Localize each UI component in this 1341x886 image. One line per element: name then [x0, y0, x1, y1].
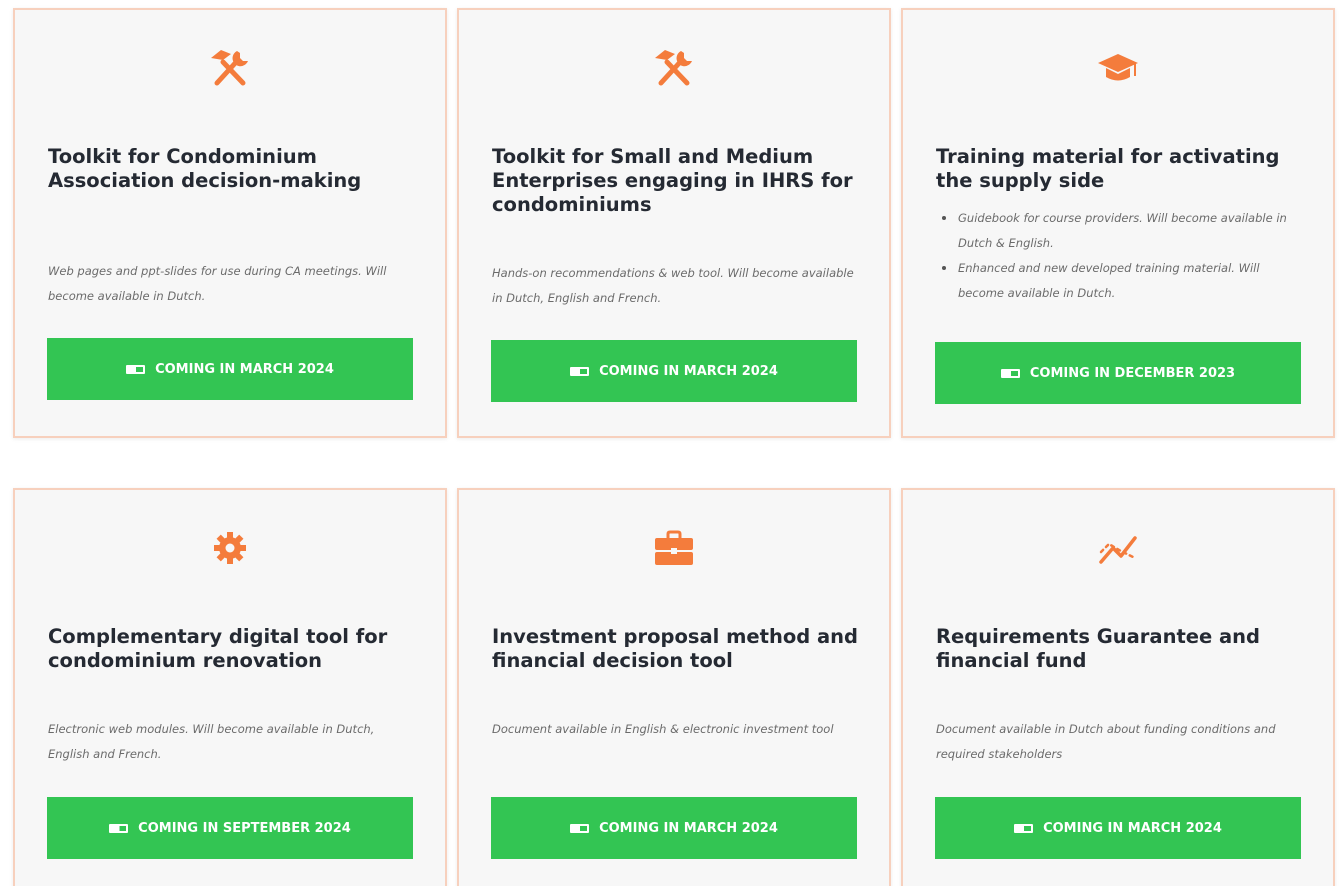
toggle-icon [126, 364, 146, 374]
card-description: Guidebook for course providers. Will bec… [936, 206, 1307, 306]
card-guarantee-fund: Requirements Guarantee and financial fun… [901, 488, 1335, 886]
toggle-icon [570, 823, 590, 833]
list-item: Guidebook for course providers. Will bec… [936, 206, 1307, 256]
card-training-material: Training material for activating the sup… [901, 8, 1335, 438]
button-label: COMING IN SEPTEMBER 2024 [138, 820, 351, 836]
bullet-list: Guidebook for course providers. Will bec… [936, 206, 1307, 306]
button-label: COMING IN MARCH 2024 [599, 363, 778, 379]
gear-icon [207, 528, 253, 568]
card-title: Training material for activating the sup… [936, 145, 1280, 192]
card-sme-toolkit: Toolkit for Small and Medium Enterprises… [457, 8, 891, 438]
toggle-icon [1000, 368, 1020, 378]
button-label: COMING IN MARCH 2024 [599, 820, 778, 836]
card-title: Toolkit for Condominium Association deci… [48, 145, 362, 192]
card-title: Toolkit for Small and Medium Enterprises… [492, 145, 853, 216]
card-ca-toolkit: Toolkit for Condominium Association deci… [13, 8, 447, 438]
toggle-icon [570, 366, 590, 376]
tools-icon [651, 48, 697, 88]
card-description: Document available in English & electron… [492, 722, 834, 736]
card-investment-proposal: Investment proposal method and financial… [457, 488, 891, 886]
briefcase-icon [651, 528, 697, 568]
coming-soon-button[interactable]: COMING IN MARCH 2024 [491, 797, 857, 859]
card-title: Complementary digital tool for condomini… [48, 625, 388, 672]
coming-soon-button[interactable]: COMING IN DECEMBER 2023 [935, 342, 1301, 404]
card-description: Web pages and ppt-slides for use during … [48, 264, 387, 303]
coming-soon-button[interactable]: COMING IN MARCH 2024 [935, 797, 1301, 859]
button-label: COMING IN DECEMBER 2023 [1029, 365, 1236, 381]
line-chart-icon [1095, 528, 1141, 568]
card-description: Electronic web modules. Will become avai… [48, 722, 375, 761]
card-title: Investment proposal method and financial… [492, 625, 858, 672]
coming-soon-button[interactable]: COMING IN MARCH 2024 [491, 340, 857, 402]
coming-soon-button[interactable]: COMING IN SEPTEMBER 2024 [47, 797, 413, 859]
graduation-cap-icon [1095, 48, 1141, 88]
button-label: COMING IN MARCH 2024 [1043, 820, 1222, 836]
card-title: Requirements Guarantee and financial fun… [936, 625, 1261, 672]
card-digital-tool: Complementary digital tool for condomini… [13, 488, 447, 886]
list-item: Enhanced and new developed training mate… [936, 256, 1307, 306]
card-description: Document available in Dutch about fundin… [936, 722, 1276, 761]
toggle-icon [109, 823, 129, 833]
toggle-icon [1014, 823, 1034, 833]
button-label: COMING IN MARCH 2024 [155, 361, 334, 377]
card-description: Hands-on recommendations & web tool. Wil… [492, 266, 854, 305]
tools-icon [207, 48, 253, 88]
coming-soon-button[interactable]: COMING IN MARCH 2024 [47, 338, 413, 400]
